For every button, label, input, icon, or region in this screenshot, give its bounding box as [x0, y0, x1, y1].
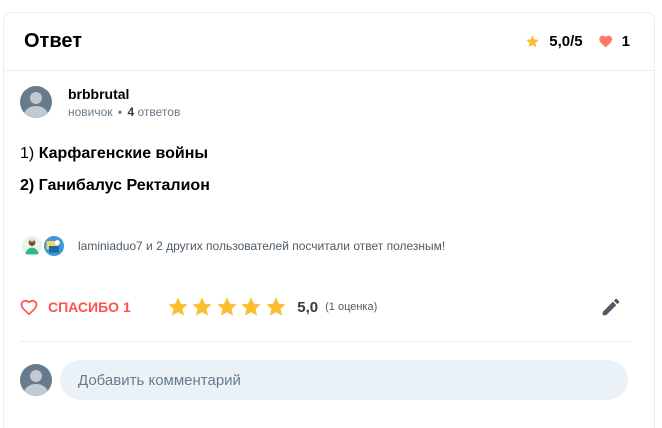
- star-icon[interactable]: [191, 296, 213, 318]
- rating-widget: 5,0 (1 оценка): [167, 296, 378, 318]
- answer-author: brbbrutal новичок • 4 ответов: [20, 84, 180, 119]
- heart-icon: [598, 35, 612, 48]
- star-icon[interactable]: [216, 296, 238, 318]
- answer-line-2: 2) Ганибалус Ректалион: [20, 176, 210, 196]
- header-stats: 5,0/5 1: [525, 33, 630, 50]
- answer-line-1: 1) Карфагенские войны: [20, 144, 210, 164]
- thanks-label: СПАСИБО 1: [48, 299, 131, 315]
- header-rating: 5,0/5: [549, 33, 583, 50]
- answer-header: Ответ 5,0/5 1: [4, 13, 654, 71]
- header-likes: 1: [621, 33, 630, 50]
- thanks-summary: laminiaduo7 и 2 других пользователей пос…: [20, 232, 445, 260]
- thanked-users-avatars[interactable]: [20, 232, 72, 260]
- user-avatar-icon: [20, 234, 44, 258]
- star-icon[interactable]: [167, 296, 189, 318]
- divider: [20, 341, 632, 342]
- thanks-button[interactable]: СПАСИБО 1: [20, 299, 131, 316]
- comment-row: [20, 360, 628, 400]
- answer-body: 1) Карфагенские войны 2) Ганибалус Ректа…: [20, 144, 210, 208]
- pencil-icon[interactable]: [600, 296, 622, 318]
- answer-actions: СПАСИБО 1 5,0 (1 оценка): [20, 292, 632, 322]
- star-icon: [526, 35, 540, 48]
- author-answers-label: ответов: [137, 105, 181, 119]
- rating-count: (1 оценка): [325, 301, 378, 313]
- thanks-summary-text: laminiaduo7 и 2 других пользователей пос…: [78, 239, 446, 253]
- rating-stars[interactable]: [167, 296, 290, 318]
- author-answers-count: 4: [127, 105, 135, 119]
- heart-outline-icon: [20, 299, 38, 315]
- star-icon[interactable]: [265, 296, 287, 318]
- answer-line-2-text: 2) Ганибалус Ректалион: [20, 177, 210, 194]
- answer-line-1-number: 1): [20, 145, 35, 162]
- user-avatar-icon: [42, 234, 66, 258]
- answer-line-1-text: Карфагенские войны: [38, 145, 209, 162]
- author-name[interactable]: brbbrutal: [68, 86, 180, 102]
- star-icon[interactable]: [240, 296, 262, 318]
- meta-separator: •: [117, 105, 123, 119]
- avatar-icon: [20, 364, 52, 396]
- comment-input[interactable]: [60, 360, 628, 400]
- author-rank: новичок: [68, 105, 113, 119]
- avatar-icon[interactable]: [20, 85, 52, 118]
- author-meta: новичок • 4 ответов: [68, 105, 180, 119]
- answer-title: Ответ: [24, 30, 83, 52]
- rating-value: 5,0: [297, 298, 319, 316]
